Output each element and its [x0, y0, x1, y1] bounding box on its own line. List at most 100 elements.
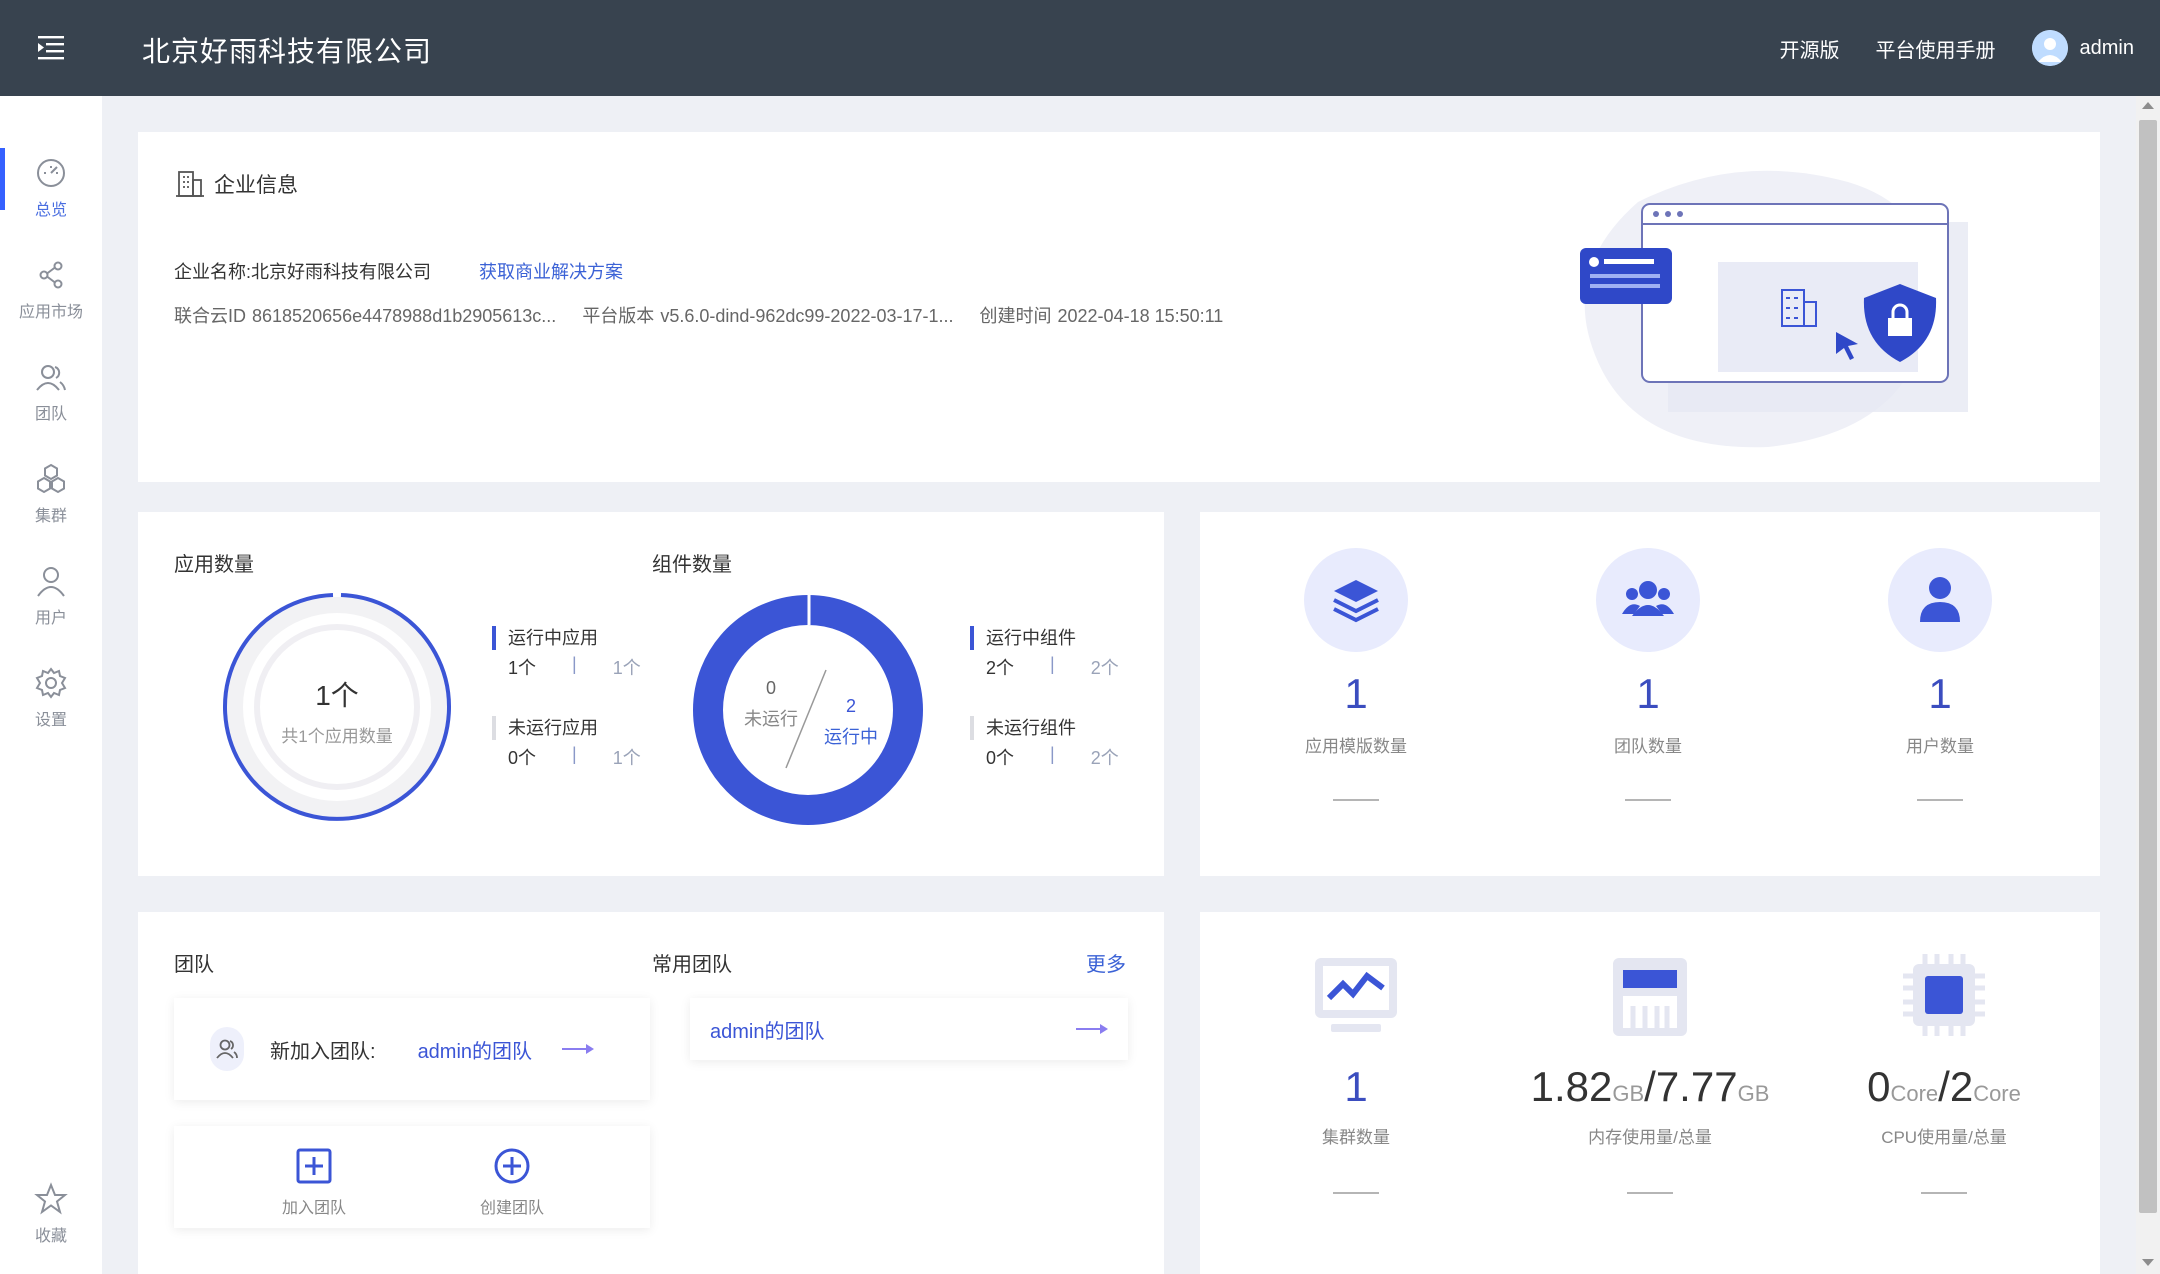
sidebar-item-team[interactable]: 团队 [0, 352, 102, 432]
common-team-link[interactable]: admin的团队 [710, 1015, 824, 1044]
divider [1921, 1192, 1967, 1194]
more-link[interactable]: 更多 [1086, 948, 1126, 977]
user-solid-icon [1888, 548, 1992, 652]
arrow-right-icon [562, 1044, 595, 1054]
running-apps-total: 1个 [612, 658, 641, 678]
common-team-item[interactable]: admin的团队 [690, 998, 1128, 1060]
divider [1333, 1192, 1379, 1194]
monitor-chart-icon [1315, 958, 1397, 1032]
stopped-components-value: 0个 [986, 748, 1015, 768]
stopped-apps-total: 1个 [612, 748, 641, 768]
component-running-text: 运行中 [824, 727, 878, 747]
share-icon [39, 261, 63, 289]
component-running-count: 2 [845, 696, 856, 716]
memory-total: 7.77 [1655, 1063, 1738, 1110]
created-value: 2022-04-18 15:50:11 [1057, 306, 1224, 326]
separator: | [572, 654, 577, 674]
running-components-value: 2个 [986, 658, 1015, 678]
user-name: admin [2079, 36, 2134, 59]
running-apps-label: 运行中应用 [508, 628, 598, 648]
plus-square-icon [296, 1148, 332, 1184]
stopped-components-label: 未运行组件 [986, 718, 1076, 738]
scroll-down-icon[interactable] [2142, 1259, 2154, 1266]
app-template-stat[interactable]: 1 应用模版数量 [1246, 548, 1466, 801]
sidebar-item-favorites[interactable]: 收藏 [0, 1174, 102, 1254]
cluster-count-stat[interactable]: 1 集群数量 [1206, 950, 1506, 1194]
sidebar-item-market[interactable]: 应用市场 [0, 250, 102, 330]
created-time: 创建时间 2022-04-18 15:50:11 [980, 302, 1224, 328]
cluster-icon [37, 463, 65, 494]
memory-unit: GB [1737, 1081, 1770, 1106]
teams-title: 团队 [174, 954, 214, 976]
created-label: 创建时间 [979, 306, 1052, 326]
cloud-id-label: 联合云ID [174, 306, 246, 326]
sidebar-item-label: 用户 [34, 610, 67, 627]
stopped-apps-values: 0个 | 1个 [508, 744, 641, 770]
running-apps: 运行中应用 1个 | 1个 [492, 624, 641, 680]
cpu-usage-value: 0Core/2Core [1794, 1063, 2094, 1111]
enterprise-info-card: 企业信息 企业名称: 北京好雨科技有限公司 获取商业解决方案 联合云ID 8618… [138, 132, 2100, 482]
stat-value: 1 [1928, 670, 1952, 717]
sidebar-item-overview[interactable]: 总览 [0, 148, 102, 228]
users-group-icon [1596, 548, 1700, 652]
component-stopped-center: 0 未运行 [744, 678, 798, 731]
layers-icon [1304, 548, 1408, 652]
sidebar-item-cluster[interactable]: 集群 [0, 454, 102, 534]
new-team-link[interactable]: admin的团队 [418, 1035, 532, 1064]
page-scrollbar[interactable] [2136, 96, 2160, 1274]
sidebar-item-label: 应用市场 [18, 304, 83, 321]
stopped-components-total: 2个 [1090, 748, 1119, 768]
star-icon [34, 1182, 68, 1215]
enterprise-name-label: 企业名称: [174, 262, 252, 282]
teams-card: 团队 新加入团队: admin的团队 加入团队 创建团队 常用团队 更多 adm… [138, 912, 1164, 1274]
memory-usage-stat[interactable]: 1.82GB/7.77GB 内存使用量/总量 [1500, 950, 1800, 1194]
solution-link[interactable]: 获取商业解决方案 [479, 258, 623, 284]
building-icon [176, 171, 204, 197]
avatar [2031, 30, 2068, 66]
create-team-button[interactable]: 创建团队 [442, 1146, 582, 1218]
header-company-name: 北京好雨科技有限公司 [142, 36, 433, 67]
scroll-thumb[interactable] [2139, 120, 2157, 1213]
gear-icon [35, 667, 67, 699]
enterprise-info-title: 企业信息 [214, 174, 298, 197]
create-team-label: 创建团队 [479, 1200, 544, 1217]
stats-card: 1 应用模版数量 1 团队数量 1 用户数量 [1200, 512, 2100, 876]
manual-link[interactable]: 平台使用手册 [1876, 34, 1996, 63]
team-actions-card: 加入团队 创建团队 [174, 1126, 650, 1228]
stopped-apps: 未运行应用 0个 | 1个 [492, 714, 641, 770]
version-value: v5.6.0-dind-962dc99-2022-03-17-1... [660, 306, 954, 326]
team-count-stat[interactable]: 1 团队数量 [1538, 548, 1758, 801]
sidebar-item-label: 集群 [34, 508, 67, 525]
sidebar-item-label: 设置 [34, 712, 67, 729]
join-team-label: 加入团队 [281, 1200, 346, 1217]
stopped-apps-label: 未运行应用 [508, 718, 598, 738]
app-total-label: 共1个应用数量 [281, 727, 393, 746]
component-stopped-count: 0 [765, 678, 776, 698]
join-team-button[interactable]: 加入团队 [244, 1146, 384, 1218]
cpu-chip-icon [1903, 954, 1985, 1036]
new-team-card[interactable]: 新加入团队: admin的团队 [174, 998, 650, 1100]
stat-label: 团队数量 [1614, 737, 1682, 756]
cloud-id-value: 8618520656e4478988d1b2905613c... [252, 306, 557, 326]
component-count-ring: 0 未运行 2 运行中 [690, 592, 926, 828]
stat-label: 应用模版数量 [1305, 737, 1407, 756]
cloud-id: 联合云ID 8618520656e4478988d1b2905613c... [174, 302, 556, 328]
running-apps-value: 1个 [508, 658, 537, 678]
user-count-stat[interactable]: 1 用户数量 [1830, 548, 2050, 801]
running-components: 运行中组件 2个 | 2个 [970, 624, 1119, 680]
open-source-link[interactable]: 开源版 [1780, 34, 1840, 63]
header-links: 开源版 平台使用手册 admin [1744, 0, 2134, 96]
enterprise-info-header: 企业信息 [174, 168, 298, 200]
sidebar: 总览 应用市场 团队 集群 用户 设置 收藏 [0, 96, 102, 1274]
menu-toggle-icon[interactable] [34, 30, 68, 64]
divider [1627, 1192, 1673, 1194]
sidebar-item-settings[interactable]: 设置 [0, 658, 102, 738]
version-label: 平台版本 [582, 306, 655, 326]
component-count-title: 组件数量 [652, 554, 732, 576]
user-menu[interactable]: admin [2031, 30, 2134, 66]
team-icon [36, 365, 66, 391]
running-components-total: 2个 [1090, 658, 1119, 678]
cpu-usage-stat[interactable]: 0Core/2Core CPU使用量/总量 [1794, 950, 2094, 1194]
sidebar-item-user[interactable]: 用户 [0, 556, 102, 636]
scroll-up-icon[interactable] [2142, 102, 2154, 109]
